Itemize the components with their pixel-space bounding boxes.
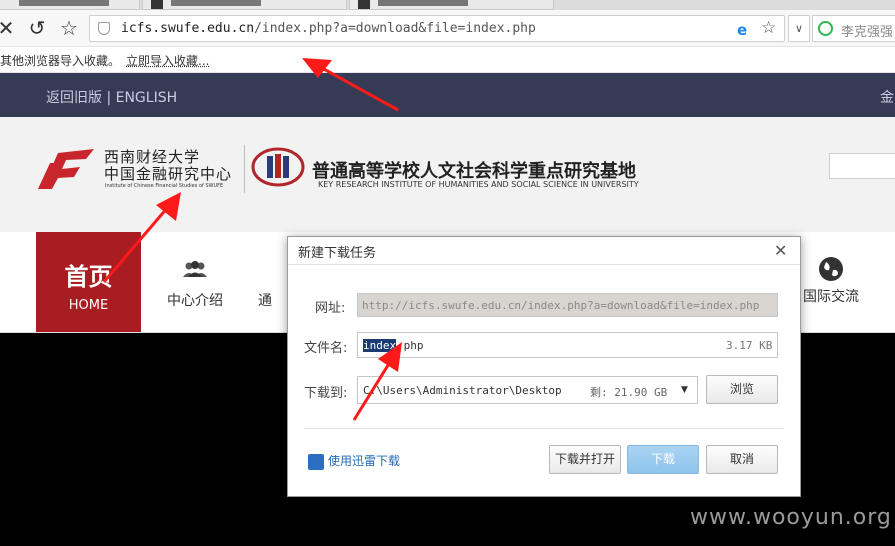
people-icon — [183, 261, 207, 277]
tab-title — [378, 0, 468, 6]
xunlei-icon — [308, 453, 324, 470]
favorites-bar: 其他浏览器导入收藏。 立即导入收藏... — [0, 47, 895, 73]
search-input[interactable]: 李克强强 — [841, 21, 893, 40]
search-box[interactable]: 李克强强 — [812, 15, 895, 42]
university-name: 西南财经大学 中国金融研究中心 — [104, 149, 232, 183]
favorite-star-icon[interactable]: ☆ — [761, 18, 776, 38]
close-icon[interactable]: ✕ — [0, 16, 18, 40]
use-xunlei-label: 使用迅雷下载 — [328, 454, 401, 468]
use-xunlei-link[interactable]: 使用迅雷下载 — [308, 452, 400, 470]
browser-tab[interactable] — [0, 0, 140, 10]
filename-input[interactable]: index .php 3.17 KB — [357, 332, 778, 358]
tab-strip — [0, 0, 895, 10]
version-language-links[interactable]: 返回旧版 | ENGLISH — [46, 87, 177, 107]
saveto-path-input[interactable]: C:\Users\Administrator\Desktop 剩: 21.90 … — [357, 376, 698, 404]
university-name-en: Institute of Chinese Financial Studies o… — [105, 183, 224, 189]
tab-title — [171, 0, 261, 6]
browse-button[interactable]: 浏览 — [706, 375, 778, 404]
import-prompt: 其他浏览器导入收藏。 — [0, 54, 121, 68]
site-banner: 西南财经大学 中国金融研究中心 Institute of Chinese Fin… — [0, 117, 895, 232]
download-button[interactable]: 下载 — [627, 445, 699, 474]
url-label: 网址: — [315, 301, 346, 316]
site-topbar: 返回旧版 | ENGLISH 金 — [0, 73, 895, 117]
page-icon — [151, 0, 163, 9]
close-icon[interactable]: ✕ — [774, 243, 787, 259]
free-space: 剩: 21.90 GB — [590, 386, 668, 399]
filename-label: 文件名: — [304, 341, 348, 356]
globe-icon — [819, 257, 843, 281]
watermark: www.wooyun.org — [690, 505, 892, 530]
tab-title — [19, 0, 109, 6]
address-url[interactable]: icfs.swufe.edu.cn/index.php?a=download&f… — [121, 21, 536, 36]
saveto-label: 下载到: — [304, 386, 348, 401]
address-bar[interactable]: icfs.swufe.edu.cn/index.php?a=download&f… — [89, 15, 785, 42]
browser-tab[interactable] — [349, 0, 554, 10]
search-engine-icon — [818, 21, 833, 36]
saveto-path: C:\Users\Administrator\Desktop — [363, 384, 562, 397]
chevron-down-icon[interactable]: ▼ — [672, 376, 698, 404]
nav-home-label-en: HOME — [68, 298, 109, 313]
cancel-button[interactable]: 取消 — [706, 445, 778, 474]
swufe-logo-icon — [38, 149, 94, 189]
reload-icon[interactable]: ↺ — [25, 16, 49, 40]
ie-icon[interactable]: e — [737, 21, 747, 39]
university-name-line2: 中国金融研究中心 — [104, 165, 233, 183]
research-base-title-en: KEY RESEARCH INSTITUTE OF HUMANITIES AND… — [318, 180, 639, 189]
site-search-input[interactable] — [829, 153, 895, 179]
file-size: 3.17 KB — [726, 339, 773, 352]
chevron-down-icon[interactable]: ∨ — [788, 15, 810, 42]
filename-selected-text: index — [363, 339, 397, 352]
browser-tab[interactable] — [142, 0, 347, 10]
topbar-right-text[interactable]: 金 — [880, 87, 894, 107]
filename-extension: .php — [397, 339, 424, 352]
browser-toolbar: ✕ ↺ ☆ icfs.swufe.edu.cn/index.php?a=down… — [0, 10, 895, 47]
new-download-dialog: 新建下载任务 ✕ 网址: http://icfs.swufe.edu.cn/in… — [287, 236, 801, 497]
research-base-emblem-icon — [251, 147, 305, 187]
divider — [304, 428, 784, 429]
divider — [288, 264, 800, 265]
download-and-open-button[interactable]: 下载并打开 — [549, 445, 621, 474]
url-field: http://icfs.swufe.edu.cn/index.php?a=dow… — [357, 293, 778, 317]
university-name-line1: 西南财经大学 — [104, 148, 201, 166]
nav-home[interactable]: 首页 HOME — [36, 232, 141, 332]
banner-divider — [244, 145, 245, 193]
nav-home-label-zh: 首页 — [64, 263, 113, 291]
dialog-title: 新建下载任务 — [298, 246, 377, 261]
page-icon — [358, 0, 370, 9]
star-icon[interactable]: ☆ — [57, 16, 81, 40]
import-favorites-link[interactable]: 立即导入收藏... — [126, 52, 209, 69]
url-value: http://icfs.swufe.edu.cn/index.php?a=dow… — [362, 299, 760, 312]
shield-icon — [98, 22, 110, 35]
